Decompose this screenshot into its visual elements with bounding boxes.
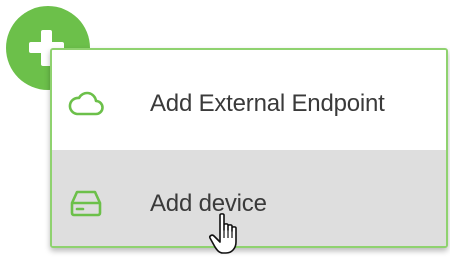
menu-item-add-external-endpoint[interactable]: Add External Endpoint bbox=[52, 50, 446, 150]
device-drive-icon bbox=[70, 190, 102, 217]
menu-item-add-device[interactable]: Add device bbox=[52, 150, 446, 246]
menu-item-label: Add External Endpoint bbox=[150, 90, 385, 117]
menu-item-label: Add device bbox=[150, 190, 267, 217]
app-canvas: Add External Endpoint Add device bbox=[0, 0, 450, 258]
add-menu: Add External Endpoint Add device bbox=[50, 48, 448, 248]
cloud-icon bbox=[68, 91, 104, 116]
